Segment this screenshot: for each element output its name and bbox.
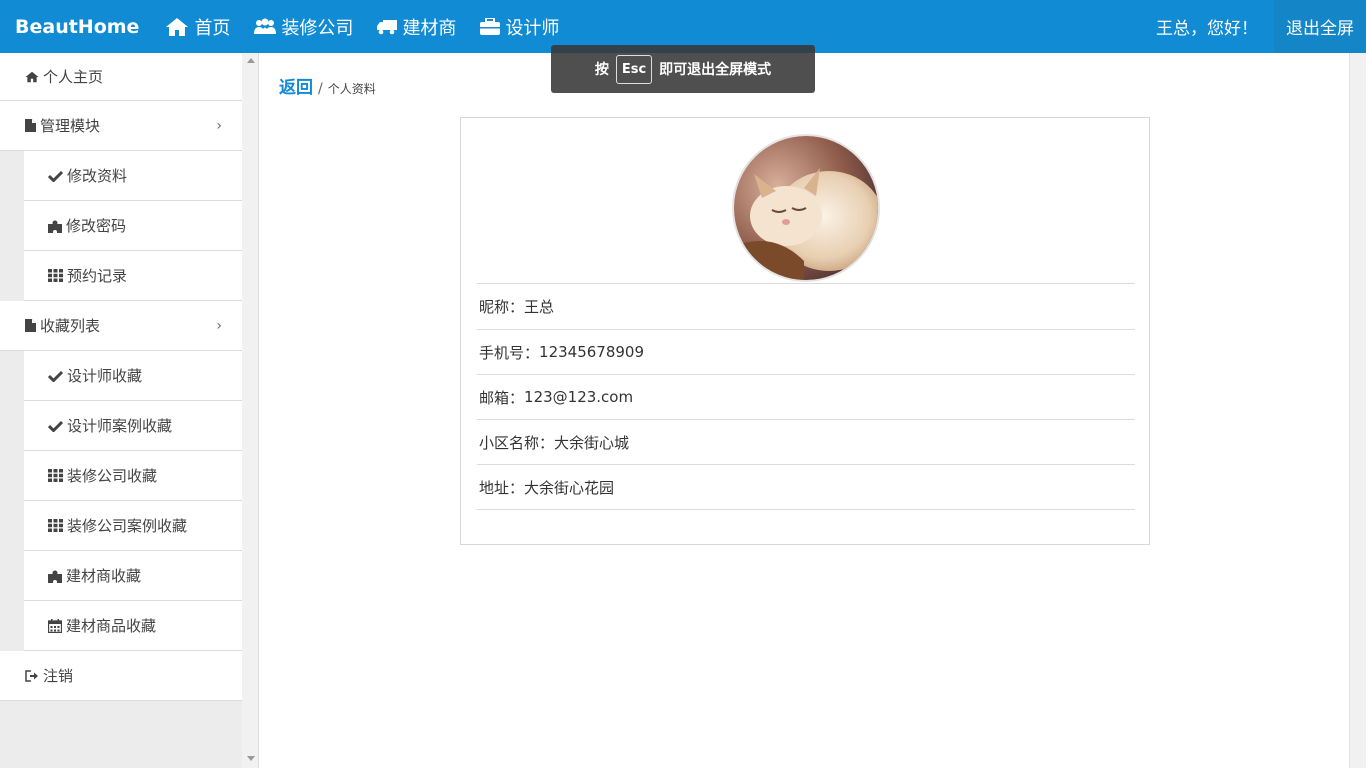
grid-icon bbox=[48, 269, 63, 282]
nav-designer[interactable]: 设计师 bbox=[480, 14, 559, 40]
file-icon bbox=[25, 319, 36, 332]
calendar-icon bbox=[48, 618, 62, 633]
row-separator: ： bbox=[509, 478, 525, 497]
profile-row-nickname: 昵称：王总 bbox=[477, 283, 1135, 328]
file-icon bbox=[25, 119, 36, 132]
row-value: 王总 bbox=[524, 297, 555, 316]
user-greeting: 王总，您好！ bbox=[1156, 19, 1258, 39]
sidebar-subitem-designer-case-favorites[interactable]: 设计师案例收藏 bbox=[24, 401, 242, 451]
home-icon bbox=[25, 71, 39, 82]
row-label: 昵称 bbox=[479, 297, 510, 316]
sidebar-subitem-supplier-favorites[interactable]: 建材商收藏 bbox=[24, 551, 242, 601]
sidebar-item-home[interactable]: 个人主页 bbox=[0, 53, 242, 101]
sidebar-subitem-label: 建材商品收藏 bbox=[66, 617, 157, 635]
breadcrumb: 返回 / 个人资料 bbox=[279, 73, 376, 98]
sidebar: 个人主页 管理模块 › 修改资料 修改密码 预约记录 收藏列表 › 设计师收藏 … bbox=[0, 53, 242, 768]
page-scrollbar[interactable] bbox=[1349, 53, 1366, 768]
row-separator: ： bbox=[509, 297, 525, 316]
fullscreen-esc-toast: 按 Esc 即可退出全屏模式 bbox=[551, 45, 815, 93]
row-label: 小区名称 bbox=[479, 433, 540, 452]
cat-avatar-image bbox=[734, 136, 878, 280]
nav-designer-label: 设计师 bbox=[505, 17, 560, 39]
check-icon bbox=[48, 170, 63, 182]
sidebar-item-home-label: 个人主页 bbox=[43, 68, 104, 86]
sidebar-subitem-company-favorites[interactable]: 装修公司收藏 bbox=[24, 451, 242, 501]
sidebar-subitem-product-favorites[interactable]: 建材商品收藏 bbox=[24, 601, 242, 651]
back-link[interactable]: 返回 bbox=[279, 73, 313, 98]
sidebar-subitem-label: 修改密码 bbox=[66, 217, 127, 235]
sign-out-icon bbox=[25, 669, 38, 682]
profile-divider bbox=[477, 509, 1135, 510]
nav-material-supplier[interactable]: 建材商 bbox=[377, 14, 456, 40]
check-icon bbox=[48, 420, 63, 432]
sidebar-subitem-label: 修改资料 bbox=[67, 167, 128, 185]
puzzle-icon bbox=[48, 570, 62, 583]
nav-decoration-company-label: 装修公司 bbox=[281, 17, 354, 39]
row-separator: ： bbox=[539, 433, 555, 452]
sidebar-item-logout[interactable]: 注销 bbox=[0, 651, 242, 701]
briefcase-icon bbox=[480, 18, 501, 35]
sidebar-item-favorites[interactable]: 收藏列表 › bbox=[0, 301, 242, 351]
nav-home[interactable]: 首页 bbox=[165, 14, 230, 40]
sidebar-subitem-label: 设计师案例收藏 bbox=[67, 417, 173, 435]
sidebar-subitem-label: 装修公司收藏 bbox=[67, 467, 158, 485]
profile-row-community: 小区名称：大余街心城 bbox=[477, 419, 1135, 464]
row-value: 123@123.com bbox=[524, 388, 634, 406]
scroll-down-arrow[interactable] bbox=[247, 756, 255, 761]
home-icon bbox=[166, 17, 189, 36]
row-value: 12345678909 bbox=[539, 343, 645, 361]
sidebar-subitem-label: 装修公司案例收藏 bbox=[67, 517, 188, 535]
sidebar-subitem-edit-profile[interactable]: 修改资料 bbox=[24, 151, 242, 201]
sidebar-subitem-designer-favorites[interactable]: 设计师收藏 bbox=[24, 351, 242, 401]
sidebar-subitem-label: 预约记录 bbox=[67, 267, 128, 285]
sidebar-scrollbar[interactable] bbox=[242, 53, 259, 768]
row-separator: ： bbox=[524, 343, 540, 362]
truck-icon bbox=[377, 19, 398, 34]
profile-card: 昵称：王总 手机号： 12345678909 邮箱： 123@123.com 小区名… bbox=[460, 117, 1150, 545]
chevron-right-icon: › bbox=[216, 117, 222, 134]
chevron-right-icon: › bbox=[216, 317, 222, 334]
sidebar-item-favorites-label: 收藏列表 bbox=[40, 317, 101, 335]
row-value: 大余街心城 bbox=[554, 433, 630, 452]
row-label: 手机号 bbox=[479, 343, 525, 362]
grid-icon bbox=[48, 469, 63, 482]
sidebar-subitem-change-password[interactable]: 修改密码 bbox=[24, 201, 242, 251]
esc-toast-suffix: 即可退出全屏模式 bbox=[659, 62, 772, 78]
users-icon bbox=[254, 18, 277, 34]
row-label: 地址 bbox=[479, 478, 510, 497]
puzzle-icon bbox=[48, 220, 62, 233]
scroll-up-arrow[interactable] bbox=[247, 58, 255, 63]
nav-material-supplier-label: 建材商 bbox=[402, 17, 457, 39]
esc-toast-prefix: 按 bbox=[594, 62, 609, 78]
sidebar-item-manage-label: 管理模块 bbox=[40, 117, 101, 135]
profile-row-email: 邮箱： 123@123.com bbox=[477, 374, 1135, 419]
sidebar-subitem-company-case-favorites[interactable]: 装修公司案例收藏 bbox=[24, 501, 242, 551]
sidebar-subitem-appointments[interactable]: 预约记录 bbox=[24, 251, 242, 301]
sidebar-subitem-label: 设计师收藏 bbox=[67, 367, 143, 385]
sidebar-subitem-label: 建材商收藏 bbox=[66, 567, 142, 585]
sidebar-item-logout-label: 注销 bbox=[43, 667, 74, 685]
row-label: 邮箱 bbox=[479, 388, 510, 407]
row-value: 大余街心花园 bbox=[524, 478, 615, 497]
exit-fullscreen-button[interactable]: 退出全屏 bbox=[1274, 0, 1366, 53]
nav-home-label: 首页 bbox=[194, 17, 231, 39]
grid-icon bbox=[48, 519, 63, 532]
profile-row-address: 地址：大余街心花园 bbox=[477, 464, 1135, 509]
check-icon bbox=[48, 370, 63, 382]
avatar bbox=[732, 134, 880, 282]
breadcrumb-current: 个人资料 bbox=[327, 82, 376, 96]
sidebar-item-manage[interactable]: 管理模块 › bbox=[0, 101, 242, 151]
profile-row-phone: 手机号： 12345678909 bbox=[477, 329, 1135, 374]
esc-key-badge: Esc bbox=[615, 54, 653, 84]
nav-decoration-company[interactable]: 装修公司 bbox=[254, 14, 353, 40]
row-separator: ： bbox=[509, 388, 525, 407]
brand-logo[interactable]: BeautHome bbox=[15, 16, 139, 38]
breadcrumb-separator: / bbox=[318, 81, 323, 97]
